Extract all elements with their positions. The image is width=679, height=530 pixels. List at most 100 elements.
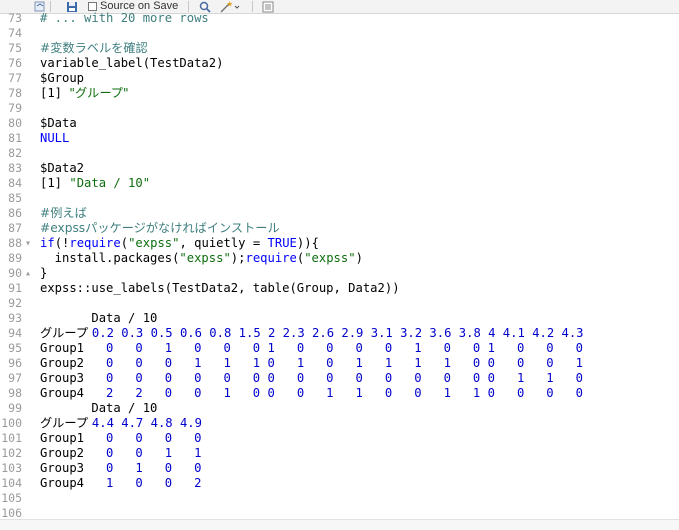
editor-line[interactable]: 92 bbox=[0, 296, 679, 311]
line-number: 96 bbox=[8, 356, 22, 370]
code-text: if(!require("expss", quietly = TRUE)){ bbox=[40, 236, 319, 251]
code-token: Group1 bbox=[40, 431, 107, 445]
editor-line[interactable]: 88 ▾ if(!require("expss", quietly = TRUE))… bbox=[0, 236, 679, 251]
line-number: 83 bbox=[8, 161, 22, 175]
code-text: variable_label(TestData2) bbox=[40, 56, 223, 71]
code-token: ( bbox=[120, 236, 129, 250]
line-number: 77 bbox=[8, 71, 22, 85]
line-number: 104 bbox=[1, 476, 22, 490]
code-text: #変数ラベルを確認 bbox=[40, 41, 148, 56]
code-text: [1] "Data / 10" bbox=[40, 176, 150, 191]
line-number: 90 bbox=[8, 266, 22, 280]
code-text: $Data2 bbox=[40, 161, 84, 176]
code-token: グループ bbox=[40, 416, 92, 430]
editor-line[interactable]: 79 bbox=[0, 101, 679, 116]
editor-line[interactable]: 73 # ... with 20 more rows bbox=[0, 11, 679, 26]
line-number: 76 bbox=[8, 56, 22, 70]
editor-line[interactable]: 97 Group3 0 0 0 0 0 0 0 0 0 0 0 0 0 0 0 1… bbox=[0, 371, 679, 386]
line-number: 102 bbox=[1, 446, 22, 460]
editor-line[interactable]: 94 グループ 0.2 0.3 0.5 0.6 0.8 1.5 2 2.3 2.6… bbox=[0, 326, 679, 341]
editor-line[interactable]: 82 bbox=[0, 146, 679, 161]
code-token: 0 0 1 0 0 0 1 0 0 0 0 1 0 0 1 0 0 0 bbox=[106, 341, 583, 355]
fold-close-icon[interactable]: ▴ bbox=[25, 266, 35, 281]
code-token: variable_label(TestData2) bbox=[40, 56, 224, 70]
editor-line[interactable]: 81 NULL bbox=[0, 131, 679, 146]
code-token: 0 0 1 1 bbox=[106, 446, 202, 460]
code-token: 4.4 4.7 4.8 4.9 bbox=[91, 416, 202, 430]
code-text: Group2 0 0 0 1 1 1 0 1 0 1 1 1 1 0 0 0 0… bbox=[40, 356, 583, 371]
editor-line[interactable]: 93 Data / 10 bbox=[0, 311, 679, 326]
editor-line[interactable]: 100 グループ 4.4 4.7 4.8 4.9 bbox=[0, 416, 679, 431]
code-text: Group1 0 0 0 0 bbox=[40, 431, 201, 446]
source-on-save-checkbox[interactable] bbox=[88, 2, 97, 11]
code-text: #expssパッケージがなければインストール bbox=[40, 221, 280, 236]
line-number: 105 bbox=[1, 491, 22, 505]
code-text: Group4 1 0 0 2 bbox=[40, 476, 201, 491]
editor-line[interactable]: 102 Group2 0 0 1 1 bbox=[0, 446, 679, 461]
code-text: グループ 4.4 4.7 4.8 4.9 bbox=[40, 416, 202, 431]
editor-line[interactable]: 86 #例えば bbox=[0, 206, 679, 221]
editor-line[interactable]: 101 Group1 0 0 0 0 bbox=[0, 431, 679, 446]
line-number: 92 bbox=[8, 296, 22, 310]
code-text: Data / 10 bbox=[40, 311, 157, 326]
code-text: $Data bbox=[40, 116, 77, 131]
code-token: "expss" bbox=[304, 251, 356, 265]
line-number: 88 bbox=[8, 236, 22, 250]
editor-line[interactable]: 99 Data / 10 bbox=[0, 401, 679, 416]
editor-line[interactable]: 80 $Data bbox=[0, 116, 679, 131]
code-token: 0 0 0 1 1 1 0 1 0 1 1 1 1 0 0 0 0 1 bbox=[106, 356, 583, 370]
line-number: 89 bbox=[8, 251, 22, 265]
editor-line[interactable]: 90 ▴} bbox=[0, 266, 679, 281]
code-text: Group2 0 0 1 1 bbox=[40, 446, 201, 461]
editor-line[interactable]: 89 install.packages("expss");require("ex… bbox=[0, 251, 679, 266]
line-number: 74 bbox=[8, 26, 22, 40]
editor-line[interactable]: 104 Group4 1 0 0 2 bbox=[0, 476, 679, 491]
editor-line[interactable]: 95 Group1 0 0 1 0 0 0 1 0 0 0 0 1 0 0 1 0… bbox=[0, 341, 679, 356]
code-token: 0.2 0.3 0.5 0.6 0.8 1.5 2 2.3 2.6 2.9 3.… bbox=[91, 326, 584, 340]
code-token: Group4 bbox=[40, 386, 107, 400]
code-text: #例えば bbox=[40, 206, 87, 221]
code-token: 2 2 0 0 1 0 0 0 1 1 0 0 1 1 0 0 0 0 bbox=[106, 386, 583, 400]
editor-line[interactable]: 87 #expssパッケージがなければインストール bbox=[0, 221, 679, 236]
line-number: 80 bbox=[8, 116, 22, 130]
code-text: Group1 0 0 1 0 0 0 1 0 0 0 0 1 0 0 1 0 0… bbox=[40, 341, 583, 356]
fold-open-icon[interactable]: ▾ bbox=[25, 236, 35, 251]
editor-line[interactable]: 78 [1] "グループ" bbox=[0, 86, 679, 101]
editor-line[interactable]: 76 variable_label(TestData2) bbox=[0, 56, 679, 71]
line-number: 97 bbox=[8, 371, 22, 385]
code-token: $Group bbox=[40, 71, 85, 85]
line-number: 73 bbox=[8, 11, 22, 25]
editor-line[interactable]: 103 Group3 0 1 0 0 bbox=[0, 461, 679, 476]
code-token: #例えば bbox=[40, 206, 87, 220]
code-token: } bbox=[40, 266, 48, 280]
code-token: Data / 10 bbox=[40, 311, 158, 325]
editor-line[interactable]: 105 bbox=[0, 491, 679, 506]
editor-line[interactable]: 85 bbox=[0, 191, 679, 206]
code-token: Group3 bbox=[40, 371, 107, 385]
editor-line[interactable]: 84 [1] "Data / 10" bbox=[0, 176, 679, 191]
editor-line[interactable]: 91 expss::use_labels(TestData2, table(Gro… bbox=[0, 281, 679, 296]
line-number: 94 bbox=[8, 326, 22, 340]
editor-line[interactable]: 77 $Group bbox=[0, 71, 679, 86]
line-number: 75 bbox=[8, 41, 22, 55]
code-text: Group4 2 2 0 0 1 0 0 0 1 1 0 0 1 1 0 0 0… bbox=[40, 386, 583, 401]
code-token: # ... with 20 more rows bbox=[40, 11, 209, 25]
editor-line[interactable]: 75 #変数ラベルを確認 bbox=[0, 41, 679, 56]
code-token: #expssパッケージがなければインストール bbox=[40, 221, 280, 235]
editor-line[interactable]: 74 bbox=[0, 26, 679, 41]
code-token: グループ bbox=[40, 326, 92, 340]
editor-line[interactable]: 98 Group4 2 2 0 0 1 0 0 0 1 1 0 0 1 1 0 0… bbox=[0, 386, 679, 401]
code-token: Data / 10 bbox=[40, 401, 158, 415]
line-number: 91 bbox=[8, 281, 22, 295]
editor-line[interactable]: 83 $Data2 bbox=[0, 161, 679, 176]
editor-line[interactable]: 96 Group2 0 0 0 1 1 1 0 1 0 1 1 1 1 0 0 0… bbox=[0, 356, 679, 371]
code-text: NULL bbox=[40, 131, 69, 146]
code-token: , quietly = bbox=[179, 236, 268, 250]
code-token: "expss" bbox=[128, 236, 180, 250]
code-token: require bbox=[69, 236, 121, 250]
code-text: install.packages("expss");require("expss… bbox=[40, 251, 363, 266]
code-text: グループ 0.2 0.3 0.5 0.6 0.8 1.5 2 2.3 2.6 2… bbox=[40, 326, 584, 341]
line-number: 81 bbox=[8, 131, 22, 145]
code-token: 1 0 0 2 bbox=[106, 476, 202, 490]
editor-status-strip bbox=[0, 519, 679, 530]
